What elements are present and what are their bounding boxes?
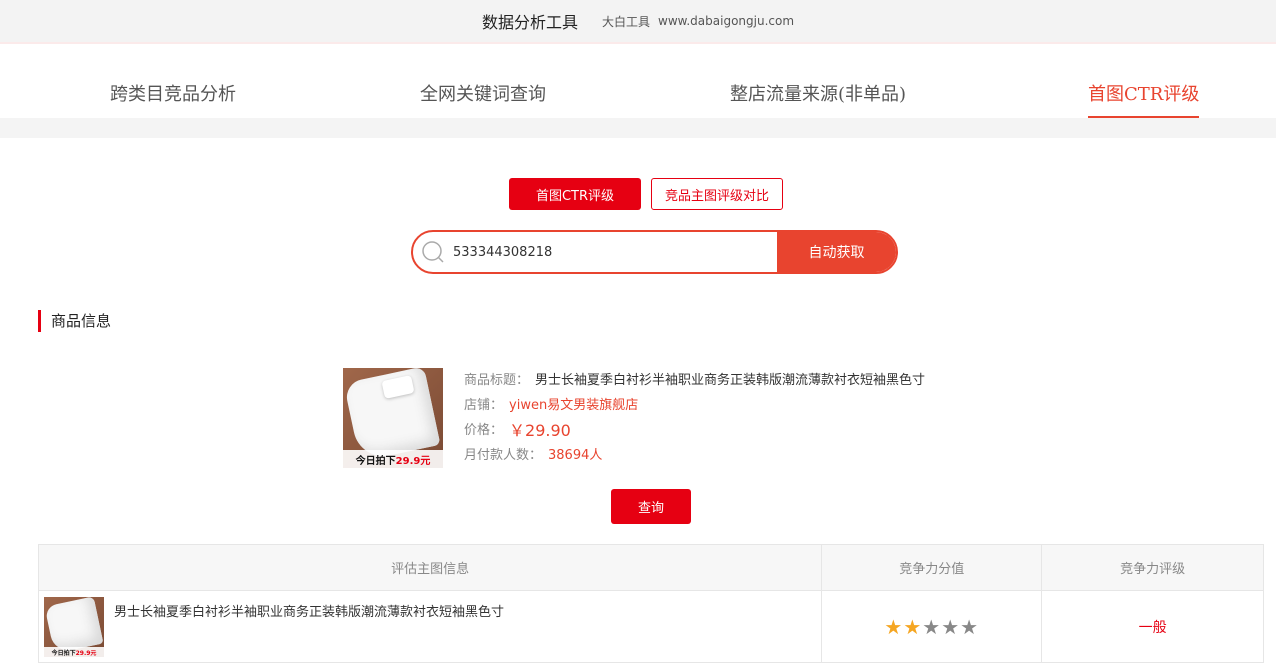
- item-id-input[interactable]: [453, 232, 777, 272]
- col-header-image-info: 评估主图信息: [37, 544, 823, 591]
- image-price-badge: 今日拍下 29.9元: [343, 450, 443, 468]
- price-label: 价格：: [464, 423, 504, 438]
- nav-divider: [0, 118, 1276, 138]
- badge-price: 29.9元: [395, 455, 431, 467]
- tab-cross-category[interactable]: 跨类目竞品分析: [110, 80, 236, 118]
- star-empty-icon: ★: [922, 614, 942, 639]
- star-empty-icon: ★: [941, 614, 961, 639]
- product-price: ￥29.90: [509, 421, 571, 440]
- title-row: 商品标题： 男士长袖夏季白衬衫半袖职业商务正装韩版潮流薄款衬衣短袖黑色寸: [464, 371, 925, 396]
- rating-table: 评估主图信息 竞争力分值 竞争力评级 今日拍下 29.9元 男士长袖夏季白衬衫半…: [37, 544, 1264, 663]
- tab-keyword-query[interactable]: 全网关键词查询: [420, 80, 546, 118]
- image-info-cell: 今日拍下 29.9元 男士长袖夏季白衬衫半袖职业商务正装韩版潮流薄款衬衣短袖黑色…: [37, 590, 823, 663]
- col-header-grade: 竞争力评级: [1041, 544, 1264, 591]
- grade-cell: 一般: [1041, 590, 1264, 663]
- product-info: 商品标题： 男士长袖夏季白衬衫半袖职业商务正装韩版潮流薄款衬衣短袖黑色寸 店铺：…: [464, 371, 925, 471]
- main-nav: 跨类目竞品分析 全网关键词查询 整店流量来源(非单品) 首图CTR评级: [0, 68, 1276, 118]
- score-cell: ★★★★★: [821, 590, 1043, 663]
- thumbnail-image: 今日拍下 29.9元: [44, 597, 104, 657]
- star-filled-icon: ★: [903, 614, 923, 639]
- row-title: 男士长袖夏季白衬衫半袖职业商务正装韩版潮流薄款衬衣短袖黑色寸: [114, 605, 505, 620]
- top-bar: 数据分析工具 大白工具 www.dabaigongju.com: [0, 0, 1276, 44]
- grade-value: 一般: [1138, 619, 1167, 636]
- brand-name: 大白工具: [602, 14, 651, 29]
- tab-store-traffic[interactable]: 整店流量来源(非单品): [730, 80, 906, 118]
- monthly-row: 月付款人数： 38694人: [464, 446, 925, 471]
- shirt-shape: [44, 597, 104, 654]
- title-label: 商品标题：: [464, 373, 530, 388]
- ctr-rating-button[interactable]: 首图CTR评级: [509, 178, 641, 210]
- badge-price: 29.9元: [75, 649, 97, 657]
- table-header-row: 评估主图信息 竞争力分值 竞争力评级: [37, 544, 1264, 591]
- monthly-label: 月付款人数：: [464, 448, 543, 463]
- app-title: 数据分析工具: [481, 13, 578, 32]
- badge-prefix: 今日拍下: [51, 649, 76, 657]
- product-title: 男士长袖夏季白衬衫半袖职业商务正装韩版潮流薄款衬衣短袖黑色寸: [535, 373, 926, 388]
- thumb-price-badge: 今日拍下 29.9元: [44, 647, 104, 657]
- competitor-compare-button[interactable]: 竞品主图评级对比: [651, 178, 783, 210]
- product-image: 今日拍下 29.9元: [343, 368, 443, 468]
- query-button[interactable]: 查询: [611, 489, 691, 524]
- star-rating: ★★★★★: [822, 615, 1041, 639]
- monthly-buyers: 38694人: [548, 448, 603, 463]
- star-filled-icon: ★: [884, 614, 904, 639]
- auto-fetch-button[interactable]: 自动获取: [777, 232, 896, 272]
- tab-ctr-rating[interactable]: 首图CTR评级: [1088, 80, 1200, 118]
- price-row: 价格： ￥29.90: [464, 421, 925, 446]
- badge-prefix: 今日拍下: [355, 455, 396, 467]
- search-icon: [413, 232, 453, 272]
- star-empty-icon: ★: [960, 614, 980, 639]
- table-row: 今日拍下 29.9元 男士长袖夏季白衬衫半袖职业商务正装韩版潮流薄款衬衣短袖黑色…: [37, 590, 1264, 663]
- search-bar: 自动获取: [411, 230, 898, 274]
- site-url[interactable]: www.dabaigongju.com: [658, 14, 794, 28]
- col-header-score: 竞争力分值: [821, 544, 1043, 591]
- shop-name[interactable]: yiwen易文男装旗舰店: [509, 396, 638, 421]
- shop-label: 店铺：: [464, 398, 504, 413]
- shop-row: 店铺： yiwen易文男装旗舰店: [464, 396, 925, 421]
- section-title: 商品信息: [38, 310, 111, 332]
